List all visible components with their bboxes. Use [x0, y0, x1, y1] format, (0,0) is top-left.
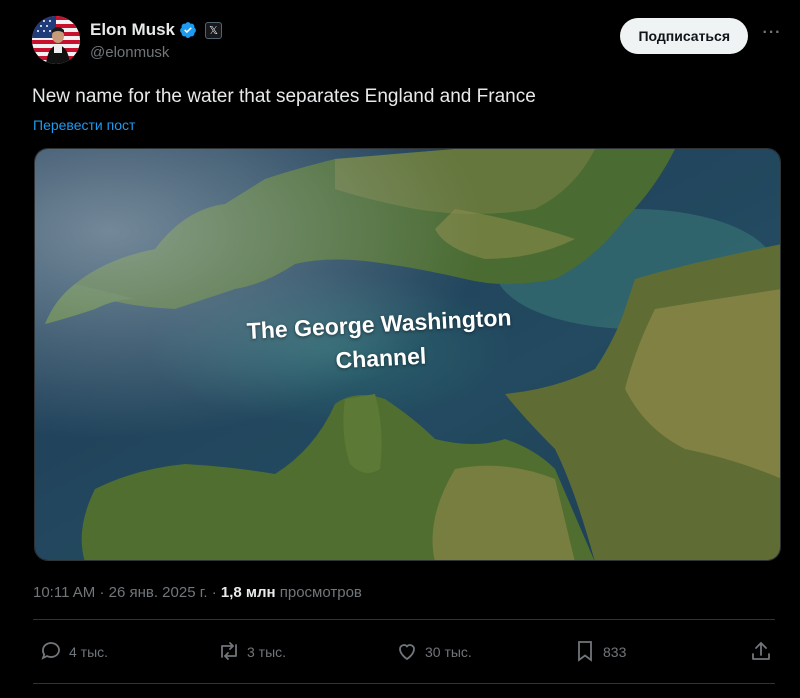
bookmark-button[interactable]: 833: [573, 636, 626, 668]
affiliation-badge-icon[interactable]: 𝕏: [205, 21, 223, 39]
verified-badge-icon[interactable]: [179, 21, 197, 39]
repost-count: 3 тыс.: [247, 644, 287, 660]
like-button[interactable]: 30 тыс.: [395, 636, 472, 668]
action-bar: 4 тыс. 3 тыс. 30 тыс. 833: [33, 636, 775, 668]
meta-separator: ·: [211, 584, 217, 601]
author-handle[interactable]: @elonmusk: [90, 44, 169, 61]
author-display-name[interactable]: Elon Musk: [90, 20, 175, 40]
reply-icon: [39, 639, 63, 666]
bookmark-count: 833: [603, 644, 627, 660]
tweet-image[interactable]: The George Washington Channel: [34, 148, 781, 561]
reply-count: 4 тыс.: [69, 644, 109, 660]
share-button[interactable]: [749, 636, 773, 668]
like-icon: [395, 639, 419, 666]
divider: [33, 683, 775, 684]
tweet-date[interactable]: 26 янв. 2025 г.: [109, 584, 208, 601]
more-options-icon[interactable]: ···: [760, 24, 784, 44]
reply-button[interactable]: 4 тыс.: [39, 636, 108, 668]
tweet-header: Elon Musk 𝕏 @elonmusk Подписаться ···: [32, 16, 780, 64]
repost-button[interactable]: 3 тыс.: [217, 636, 286, 668]
share-icon: [749, 639, 773, 666]
tweet-time[interactable]: 10:11 AM: [33, 584, 95, 601]
views-label: просмотров: [279, 584, 362, 601]
repost-icon: [217, 639, 241, 666]
author-name-row: Elon Musk 𝕏: [90, 20, 223, 40]
bookmark-icon: [573, 639, 597, 666]
like-count: 30 тыс.: [425, 644, 472, 660]
avatar[interactable]: [32, 16, 80, 64]
tweet-text: New name for the water that separates En…: [32, 86, 536, 107]
subscribe-button[interactable]: Подписаться: [620, 18, 748, 54]
tweet-meta: 10:11 AM · 26 янв. 2025 г. · 1,8 млн про…: [33, 584, 362, 601]
views-count: 1,8 млн: [220, 584, 276, 601]
translate-post-link[interactable]: Перевести пост: [33, 117, 135, 133]
meta-separator: ·: [99, 584, 105, 601]
divider: [33, 619, 775, 620]
